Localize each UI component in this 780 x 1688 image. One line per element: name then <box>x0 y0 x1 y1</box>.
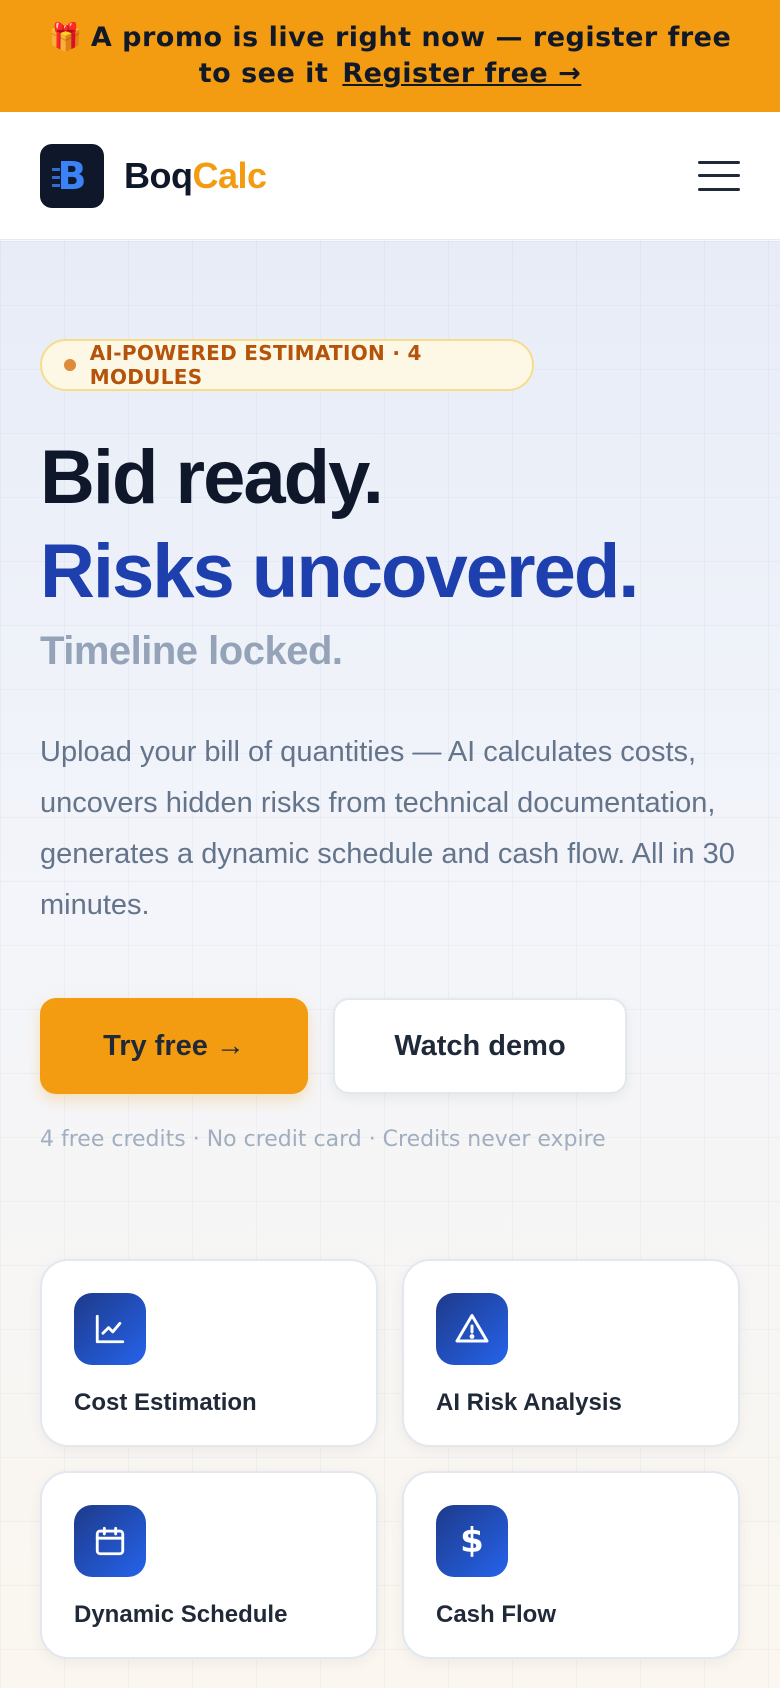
hamburger-menu-icon[interactable] <box>698 159 740 193</box>
headline-line-3: Timeline locked. <box>40 629 343 673</box>
logo-speed-lines <box>52 167 60 192</box>
module-card-dynamic-schedule[interactable]: Dynamic Schedule <box>40 1471 378 1659</box>
headline-line-2: Risks uncovered. <box>40 529 639 614</box>
brand-name[interactable]: BoqCalc <box>124 155 267 197</box>
badge-dot-icon <box>64 359 76 371</box>
module-card-ai-risk-analysis[interactable]: AI Risk Analysis <box>402 1259 740 1447</box>
module-card-cost-estimation[interactable]: Cost Estimation <box>40 1259 378 1447</box>
brand-name-part2: Calc <box>192 154 267 196</box>
fine-print: 4 free credits · No credit card · Credit… <box>40 1127 606 1152</box>
badge-text: AI-POWERED ESTIMATION · 4 MODULES <box>89 341 422 389</box>
headline-line-1: Bid ready. <box>40 435 384 520</box>
register-free-link[interactable]: Register free → <box>342 58 581 89</box>
warning-triangle-icon <box>436 1293 508 1365</box>
brand-name-part1: Boq <box>124 154 193 196</box>
dollar-icon: $ <box>436 1505 508 1577</box>
watch-demo-button[interactable]: Watch demo <box>333 998 627 1094</box>
site-header: B BoqCalc <box>0 112 780 240</box>
calendar-icon <box>74 1505 146 1577</box>
module-label: Dynamic Schedule <box>74 1601 288 1628</box>
module-label: Cost Estimation <box>74 1389 257 1416</box>
module-label: Cash Flow <box>436 1601 557 1628</box>
try-free-button[interactable]: Try free → <box>40 998 308 1094</box>
hero-description: Upload your bill of quantities — AI calc… <box>40 736 735 921</box>
logo-letter: B <box>57 153 87 198</box>
promo-content: 🎁 A promo is live right now — register fr… <box>40 20 740 92</box>
hero-section: AI-POWERED ESTIMATION · 4 MODULES Bid re… <box>0 241 780 1688</box>
line-chart-icon <box>74 1293 146 1365</box>
module-label: AI Risk Analysis <box>436 1389 622 1416</box>
promo-banner: 🎁 A promo is live right now — register fr… <box>0 0 780 112</box>
logo[interactable]: B <box>40 143 104 208</box>
feature-badge: AI-POWERED ESTIMATION · 4 MODULES <box>40 339 534 391</box>
gift-icon: 🎁 <box>48 22 83 53</box>
module-card-cash-flow[interactable]: $ Cash Flow <box>402 1471 740 1659</box>
